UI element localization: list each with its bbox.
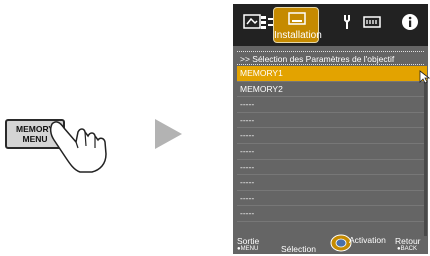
back-key-hint: ●BACK [397,246,417,252]
exit-label: Sortie [237,236,260,246]
picture-adjust-icon [243,14,261,29]
tab-information[interactable] [401,13,419,37]
list-scrollbar[interactable] [424,66,427,236]
pointer-cursor-icon [419,70,430,84]
menu-key-hint: ●MENU [237,246,259,252]
list-item-empty[interactable]: ----- [237,97,424,113]
tab-settings[interactable] [338,13,356,37]
list-item-empty[interactable]: ----- [237,206,424,222]
list-item-memory1[interactable]: MEMORY1 [237,66,424,82]
list-item-empty[interactable]: ----- [237,160,424,176]
selection-label: Sélection [281,244,316,254]
memory-list: MEMORY1 MEMORY2 ----- ----- ----- ----- … [237,66,424,222]
tab-installation-label: Installation [274,30,322,41]
next-arrow-icon [155,119,182,149]
menu-footer: Sortie ●MENU Sélection Activation Retour… [233,232,428,254]
list-item-empty[interactable]: ----- [237,113,424,129]
tab-installation[interactable]: Installation [273,7,322,43]
osd-menu: Installation >> Sélection des Paramètres… [233,4,430,254]
tool-icon [344,15,350,29]
tab-display[interactable] [363,13,381,37]
installation-icon [288,12,306,25]
list-item-empty[interactable]: ----- [237,175,424,191]
pointing-hand-icon [49,121,107,173]
list-item-empty[interactable]: ----- [237,144,424,160]
tab-picture[interactable] [243,13,261,37]
list-item-empty[interactable]: ----- [237,128,424,144]
menu-breadcrumb: >> Sélection des Paramètres de l'objecti… [237,51,424,65]
display-setup-icon [363,16,381,28]
back-label: Retour [395,236,421,246]
activation-label: Activation [349,235,386,245]
list-item-empty[interactable]: ----- [237,191,424,207]
menu-tab-bar: Installation [233,4,428,46]
info-icon [402,14,418,30]
list-item-memory2[interactable]: MEMORY2 [237,82,424,98]
